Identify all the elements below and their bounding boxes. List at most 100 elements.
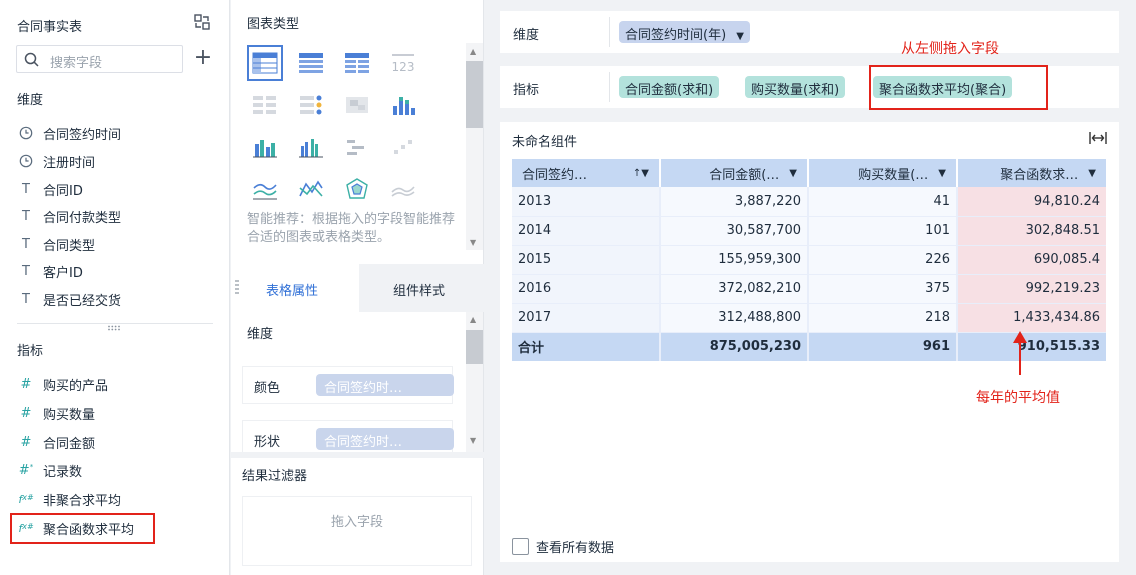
measure-field-item[interactable]: # 购买的产品	[17, 374, 108, 394]
scroll-up-icon[interactable]: ▲	[470, 315, 476, 324]
quantity-cell: 375	[808, 274, 958, 304]
scroll-down-icon[interactable]: ▼	[470, 436, 476, 445]
resize-grip-icon[interactable]	[107, 325, 121, 331]
heat-table-icon[interactable]	[339, 87, 375, 123]
year-cell: 2016	[512, 274, 661, 304]
chart-config-panel: 图表类型 123 ▲ ▼ 智能推荐：根据拖入的字段智能推荐合适的图表或表格类型。…	[231, 0, 484, 575]
shape-field-pill[interactable]: 合同签约时…	[316, 428, 454, 450]
year-cell: 2015	[512, 245, 661, 275]
detail-table-icon[interactable]	[339, 45, 375, 81]
column-header[interactable]: 合同金额(… ▼	[660, 159, 809, 187]
table-chart-icon[interactable]	[247, 45, 283, 81]
indicator-table-icon[interactable]	[293, 87, 329, 123]
line-chart-icon[interactable]	[247, 171, 283, 207]
number-type-icon: #	[20, 434, 32, 450]
property-scrollbar[interactable]: ▲ ▼	[466, 312, 483, 452]
svg-text:123: 123	[392, 60, 415, 74]
field-label: 是否已经交货	[43, 293, 122, 309]
grouped-table-icon[interactable]	[247, 87, 283, 123]
chart-type-title: 图表类型	[247, 17, 300, 32]
dimension-field-item[interactable]: T 合同ID	[17, 179, 83, 199]
amount-cell: 155,959,300	[660, 245, 809, 275]
field-label: 购买的产品	[43, 378, 109, 394]
field-search-input[interactable]: 搜索字段	[16, 45, 183, 73]
dropdown-icon[interactable]: ▼	[938, 168, 946, 179]
scroll-down-icon[interactable]: ▼	[470, 238, 476, 247]
highlight-frame	[869, 65, 1048, 110]
field-label: 非聚合求平均	[43, 493, 122, 509]
section-divider	[17, 323, 213, 324]
area-chart-icon[interactable]	[385, 171, 421, 207]
fields-panel: 合同事实表 搜索字段 + 维度 合同签约时间 注册时间 T 合同ID T 合同付…	[0, 0, 230, 575]
dropdown-icon[interactable]: ▼	[789, 168, 797, 179]
filter-drop-zone[interactable]: 拖入字段	[242, 496, 472, 566]
tab-table-properties[interactable]: 表格属性	[231, 264, 359, 312]
dimension-field-item[interactable]: T 是否已经交货	[17, 289, 121, 309]
dataset-title: 合同事实表	[17, 20, 83, 35]
sort-icon[interactable]: ↑▼	[633, 168, 649, 179]
show-all-checkbox[interactable]	[512, 538, 529, 555]
avg-total-cell: 910,515.33	[957, 332, 1106, 361]
clock-icon	[17, 126, 35, 140]
field-label: 记录数	[43, 464, 83, 480]
field-label: 合同付款类型	[43, 210, 122, 226]
add-field-button[interactable]: +	[193, 47, 213, 69]
text-type-icon: T	[22, 236, 30, 252]
arrow-up-icon	[1013, 331, 1027, 375]
quantity-cell: 226	[808, 245, 958, 275]
dimension-field-item[interactable]: T 合同付款类型	[17, 206, 121, 226]
dimension-shelf-label: 维度	[513, 28, 540, 43]
cross-table-icon[interactable]	[293, 45, 329, 81]
switch-table-icon[interactable]	[193, 13, 211, 31]
color-field-pill[interactable]: 合同签约时…	[316, 374, 454, 396]
drop-hint: 拖入字段	[330, 515, 383, 530]
amount-cell: 3,887,220	[660, 187, 809, 217]
scroll-up-icon[interactable]: ▲	[470, 47, 476, 56]
amount-cell: 372,082,210	[660, 274, 809, 304]
column-chart-icon[interactable]	[247, 129, 283, 165]
scrollbar-thumb[interactable]	[466, 330, 483, 364]
measure-field-item[interactable]: f x# 非聚合求平均	[17, 489, 121, 509]
dimension-field-item[interactable]: 注册时间	[17, 151, 95, 171]
smart-recommend-tip: 智能推荐：根据拖入的字段智能推荐合适的图表或表格类型。	[247, 212, 456, 245]
waterfall-chart-icon[interactable]	[385, 129, 421, 165]
dimension-field-item[interactable]: T 客户ID	[17, 261, 83, 281]
polyline-chart-icon[interactable]	[293, 171, 329, 207]
range-chart-icon[interactable]	[339, 129, 375, 165]
drag-hint-annotation: 从左侧拖入字段	[901, 41, 999, 57]
shape-label: 形状	[254, 435, 281, 450]
dimension-field-item[interactable]: 合同签约时间	[17, 123, 121, 143]
field-label: 合同签约时间	[43, 127, 122, 143]
formula-icon: f x#	[18, 492, 34, 506]
drag-handle-icon	[235, 280, 239, 294]
dimension-shelf[interactable]: 维度 合同签约时间(年) ▼	[500, 11, 1119, 53]
measure-section-header: 指标	[17, 344, 44, 359]
dimension-field-item[interactable]: T 合同类型	[17, 234, 95, 254]
number-type-icon: #	[20, 405, 32, 421]
measure-field-item[interactable]: # 合同金额	[17, 432, 95, 452]
measure-pill[interactable]: 购买数量(求和)	[745, 76, 846, 98]
column-header[interactable]: 购买数量(… ▼	[808, 159, 958, 187]
radar-chart-icon[interactable]	[339, 171, 375, 207]
filter-icon: ▼	[736, 31, 744, 42]
dimension-pill[interactable]: 合同签约时间(年) ▼	[619, 21, 750, 43]
search-placeholder: 搜索字段	[50, 56, 103, 71]
stacked-bar-icon[interactable]	[385, 87, 421, 123]
color-property-row[interactable]: 颜色 合同签约时…	[242, 366, 454, 404]
measure-pill[interactable]: 合同金额(求和)	[619, 76, 720, 98]
pill-label: 合同签约时间(年)	[625, 28, 727, 43]
measure-field-item[interactable]: # * 记录数	[17, 460, 82, 480]
expand-icon[interactable]	[1089, 131, 1107, 145]
color-label: 颜色	[254, 381, 281, 396]
amount-cell: 30,587,700	[660, 216, 809, 246]
kpi-number-icon[interactable]: 123	[385, 45, 421, 81]
chart-type-scrollbar[interactable]: ▲ ▼	[466, 43, 483, 250]
show-all-data-toggle[interactable]: 查看所有数据	[512, 537, 614, 556]
show-all-label: 查看所有数据	[536, 541, 615, 556]
measure-field-item[interactable]: # 购买数量	[17, 403, 95, 423]
multi-column-icon[interactable]	[293, 129, 329, 165]
shelf-divider	[609, 17, 610, 47]
scrollbar-thumb[interactable]	[466, 61, 483, 128]
column-header[interactable]: 合同签约… ↑▼	[512, 159, 661, 187]
tab-label: 表格属性	[266, 284, 319, 299]
